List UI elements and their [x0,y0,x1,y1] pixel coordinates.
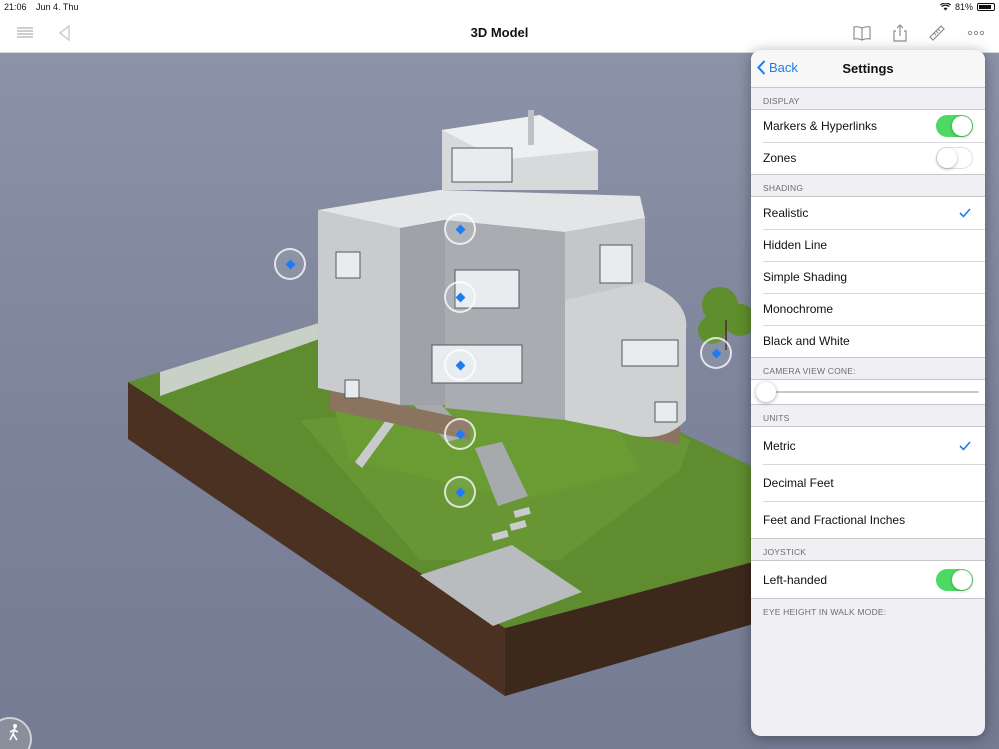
units-option-decimal-feet[interactable]: Decimal Feet [751,464,985,501]
row-label: Black and White [763,334,850,348]
row-left-handed: Left-handed [751,561,985,598]
hyperlink-marker[interactable] [274,248,306,280]
joystick-group: Left-handed [751,560,985,599]
settings-panel: Back Settings DISPLAY Markers & Hyperlin… [751,50,985,736]
row-markers-hyperlinks: Markers & Hyperlinks [751,110,985,142]
book-icon[interactable] [852,23,872,43]
section-display-label: DISPLAY [763,96,800,106]
row-zones: Zones [751,142,985,174]
row-label: Zones [763,151,797,165]
left-handed-toggle[interactable] [936,568,973,591]
hyperlink-marker[interactable] [444,349,476,381]
battery-percent: 81% [954,2,973,12]
settings-header: Back Settings [751,50,985,88]
units-option-feet-fractional-inches[interactable]: Feet and Fractional Inches [751,501,985,538]
status-right: 81% [939,2,995,12]
settings-title: Settings [842,61,894,76]
checkmark-icon [959,440,971,451]
hyperlink-marker[interactable] [444,213,476,245]
row-label: Feet and Fractional Inches [763,512,906,527]
row-label: Monochrome [763,302,834,316]
row-label: Metric [763,438,796,453]
checkmark-icon [959,208,971,218]
battery-icon [977,3,995,11]
row-label: Decimal Feet [763,475,834,490]
section-joystick-label: JOYSTICK [763,547,807,557]
row-label: Left-handed [763,572,828,587]
walking-person-icon [9,724,19,741]
slider-track [765,391,979,393]
row-label: Realistic [763,206,809,220]
shading-option-hidden-line[interactable]: Hidden Line [751,229,985,261]
share-icon[interactable] [890,23,910,43]
row-label: Simple Shading [763,270,848,284]
hyperlink-marker[interactable] [444,418,476,450]
section-camera-label: CAMERA VIEW CONE: [763,366,856,376]
row-label: Markers & Hyperlinks [763,119,878,133]
more-icon[interactable] [966,23,986,43]
hyperlink-marker[interactable] [444,281,476,313]
wifi-icon [939,3,951,11]
row-label: Hidden Line [763,238,828,252]
shading-option-simple-shading[interactable]: Simple Shading [751,261,985,293]
status-time: 21:06 [4,2,27,12]
hyperlink-marker[interactable] [700,337,732,369]
markers-toggle[interactable] [936,115,973,137]
camera-view-cone-slider[interactable] [751,379,985,405]
section-units-label: UNITS [763,413,790,423]
hyperlink-marker[interactable] [444,476,476,508]
units-group: Metric Decimal Feet Feet and Fractional … [751,426,985,539]
page-title: 3D Model [470,25,529,40]
zones-toggle[interactable] [936,147,973,169]
section-shading-label: SHADING [763,183,804,193]
ruler-icon[interactable] [927,23,947,43]
shading-option-monochrome[interactable]: Monochrome [751,293,985,325]
slider-thumb[interactable] [756,382,776,402]
nav-bar: 3D Model [0,14,999,53]
units-option-metric[interactable]: Metric [751,427,985,464]
status-bar: 21:06 Jun 4. Thu 81% [0,0,999,14]
status-date: Jun 4. Thu [36,2,79,12]
shading-option-realistic[interactable]: Realistic [751,197,985,229]
shading-group: Realistic Hidden Line Simple Shading Mon… [751,196,985,358]
shading-option-black-and-white[interactable]: Black and White [751,325,985,357]
display-group: Markers & Hyperlinks Zones [751,109,985,175]
section-eye-height-label: EYE HEIGHT IN WALK MODE: [763,607,887,617]
